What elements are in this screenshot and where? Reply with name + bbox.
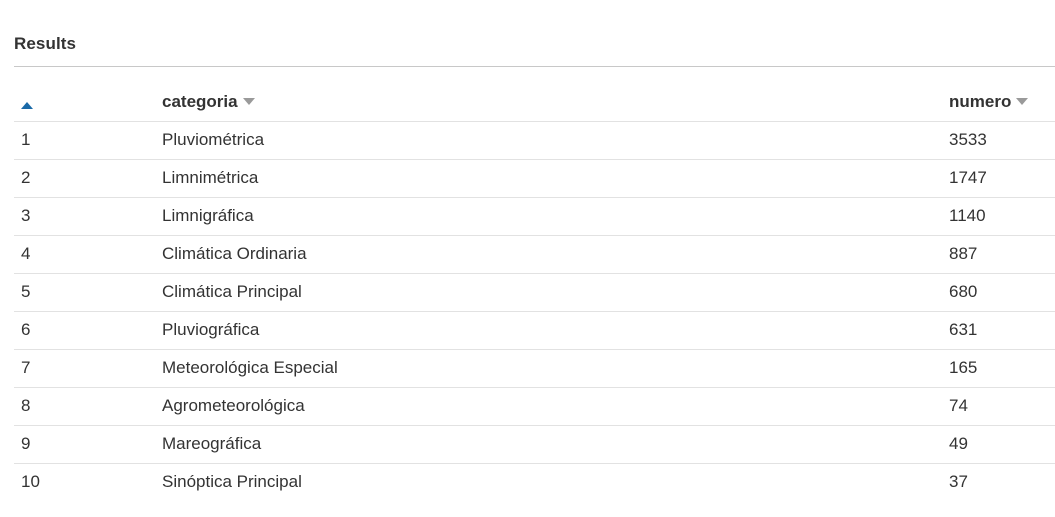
table-row: 10 Sinóptica Principal 37 xyxy=(14,463,1055,501)
table-row: 4 Climática Ordinaria 887 xyxy=(14,235,1055,273)
row-index: 2 xyxy=(21,168,31,187)
cell-numero: 680 xyxy=(949,282,978,301)
cell-numero: 49 xyxy=(949,434,968,453)
row-index: 8 xyxy=(21,396,31,415)
column-label-categoria: categoria xyxy=(162,92,238,112)
cell-categoria: Agrometeorológica xyxy=(162,396,305,415)
column-label-numero: numero xyxy=(949,92,1012,112)
cell-categoria: Climática Principal xyxy=(162,282,302,301)
column-header-numero[interactable]: numero xyxy=(949,84,1055,122)
row-index: 10 xyxy=(21,472,40,492)
table-row: 5 Climática Principal 680 xyxy=(14,273,1055,311)
numero-sort-control[interactable]: numero xyxy=(949,92,1029,112)
table-row: 1 Pluviométrica 3533 xyxy=(14,121,1055,159)
table-body: 1 Pluviométrica 3533 2 Limnimétrica 1747… xyxy=(14,121,1055,501)
results-panel: Results categoria numero 1 Pluviométrica… xyxy=(0,0,1055,517)
sort-caret-down-icon xyxy=(242,97,255,105)
row-index: 9 xyxy=(21,434,31,453)
table-row: 3 Limnigráfica 1140 xyxy=(14,197,1055,235)
header-row: categoria numero xyxy=(14,84,1055,122)
index-sort-control[interactable] xyxy=(21,101,33,111)
row-index: 4 xyxy=(21,244,31,263)
cell-numero: 631 xyxy=(949,320,978,339)
cell-categoria: Mareográfica xyxy=(162,434,262,453)
table-header: categoria numero xyxy=(14,84,1055,122)
column-header-index[interactable] xyxy=(14,84,162,122)
results-table: categoria numero 1 Pluviométrica 3533 2 … xyxy=(14,84,1055,501)
cell-numero: 37 xyxy=(949,472,968,492)
table-row: 7 Meteorológica Especial 165 xyxy=(14,349,1055,387)
table-row: 2 Limnimétrica 1747 xyxy=(14,159,1055,197)
row-index: 1 xyxy=(21,130,31,149)
row-index: 5 xyxy=(21,282,31,301)
table-row: 8 Agrometeorológica 74 xyxy=(14,387,1055,425)
categoria-sort-control[interactable]: categoria xyxy=(162,92,255,112)
cell-categoria: Sinóptica Principal xyxy=(162,472,302,492)
cell-categoria: Limnigráfica xyxy=(162,206,254,225)
cell-numero: 3533 xyxy=(949,130,987,149)
sort-caret-down-icon xyxy=(1016,97,1029,105)
cell-numero: 887 xyxy=(949,244,978,263)
cell-numero: 165 xyxy=(949,358,978,377)
cell-categoria: Pluviométrica xyxy=(162,130,265,149)
table-row: 9 Mareográfica 49 xyxy=(14,425,1055,463)
results-title: Results xyxy=(14,34,77,53)
cell-categoria: Limnimétrica xyxy=(162,168,259,187)
cell-categoria: Meteorológica Especial xyxy=(162,358,338,377)
cell-categoria: Pluviográfica xyxy=(162,320,260,339)
cell-numero: 1140 xyxy=(949,206,986,225)
cell-numero: 74 xyxy=(949,396,968,415)
cell-categoria: Climática Ordinaria xyxy=(162,244,307,263)
cell-numero: 1747 xyxy=(949,168,987,187)
row-index: 7 xyxy=(21,358,31,377)
row-index: 3 xyxy=(21,206,31,225)
title-divider xyxy=(14,66,1055,67)
row-index: 6 xyxy=(21,320,31,339)
sort-ascending-icon xyxy=(21,101,33,109)
table-row: 6 Pluviográfica 631 xyxy=(14,311,1055,349)
column-header-categoria[interactable]: categoria xyxy=(162,84,949,122)
